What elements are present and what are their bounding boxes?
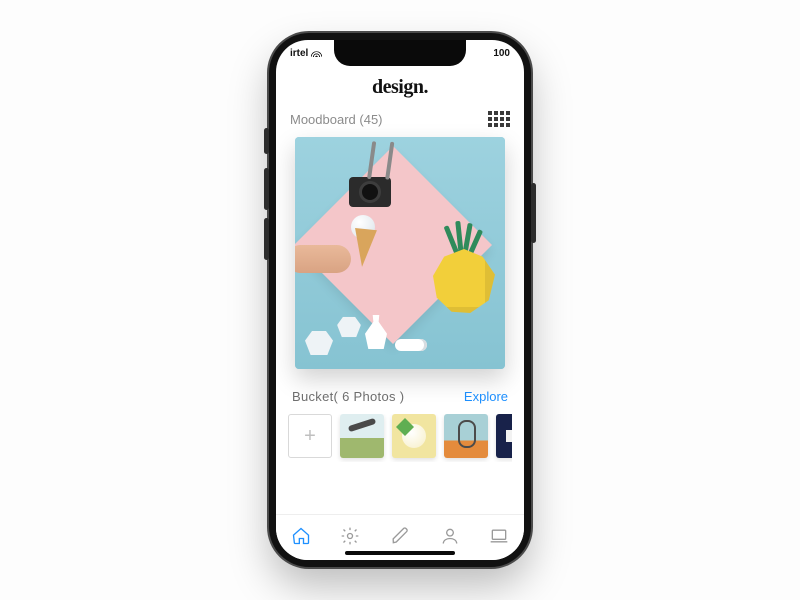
notch [334, 40, 466, 66]
add-photo-button[interactable]: + [288, 414, 332, 458]
tab-home[interactable] [286, 521, 316, 551]
laptop-icon [489, 526, 509, 546]
phone-mute-switch [264, 128, 269, 154]
pencil-icon [390, 526, 410, 546]
bucket-thumb[interactable] [496, 414, 512, 458]
app-title: design. [288, 74, 512, 111]
tab-inbox[interactable] [484, 521, 514, 551]
tab-bar [276, 514, 524, 560]
bucket-thumb[interactable] [392, 414, 436, 458]
phone-volume-up [264, 168, 269, 210]
moodboard-header: Moodboard (45) [288, 111, 512, 137]
bucket-thumb[interactable] [340, 414, 384, 458]
grid-view-icon[interactable] [488, 111, 510, 127]
screen: irtel 100 design. Moodboard (45) [276, 40, 524, 560]
moodboard-title: Moodboard (45) [290, 112, 383, 127]
home-indicator[interactable] [345, 551, 455, 555]
phone-power-button [531, 183, 536, 243]
bucket-thumb[interactable] [444, 414, 488, 458]
ice-cream-cone [351, 228, 377, 268]
battery-text: 100 [493, 48, 510, 59]
hand-prop [295, 245, 351, 273]
camera-prop [349, 177, 391, 207]
phone-frame: irtel 100 design. Moodboard (45) [269, 33, 531, 567]
gear-icon [340, 526, 360, 546]
bucket-title: Bucket( 6 Photos ) [292, 389, 404, 404]
moodboard-image [295, 137, 505, 369]
gem-prop [305, 331, 333, 355]
phone-volume-down [264, 218, 269, 260]
app-content: design. Moodboard (45) [276, 40, 524, 560]
carrier-label: irtel [290, 48, 308, 59]
bucket-header: Bucket( 6 Photos ) Explore [288, 369, 512, 414]
person-icon [440, 526, 460, 546]
pineapple-prop [433, 249, 495, 333]
gem-prop [337, 317, 361, 337]
home-icon [291, 526, 311, 546]
moodboard-card[interactable] [295, 137, 505, 369]
wifi-icon [311, 49, 322, 57]
tab-edit[interactable] [385, 521, 415, 551]
explore-link[interactable]: Explore [464, 389, 508, 404]
tab-settings[interactable] [335, 521, 365, 551]
bucket-row[interactable]: + [288, 414, 512, 462]
tube-prop [395, 339, 427, 351]
tab-profile[interactable] [435, 521, 465, 551]
